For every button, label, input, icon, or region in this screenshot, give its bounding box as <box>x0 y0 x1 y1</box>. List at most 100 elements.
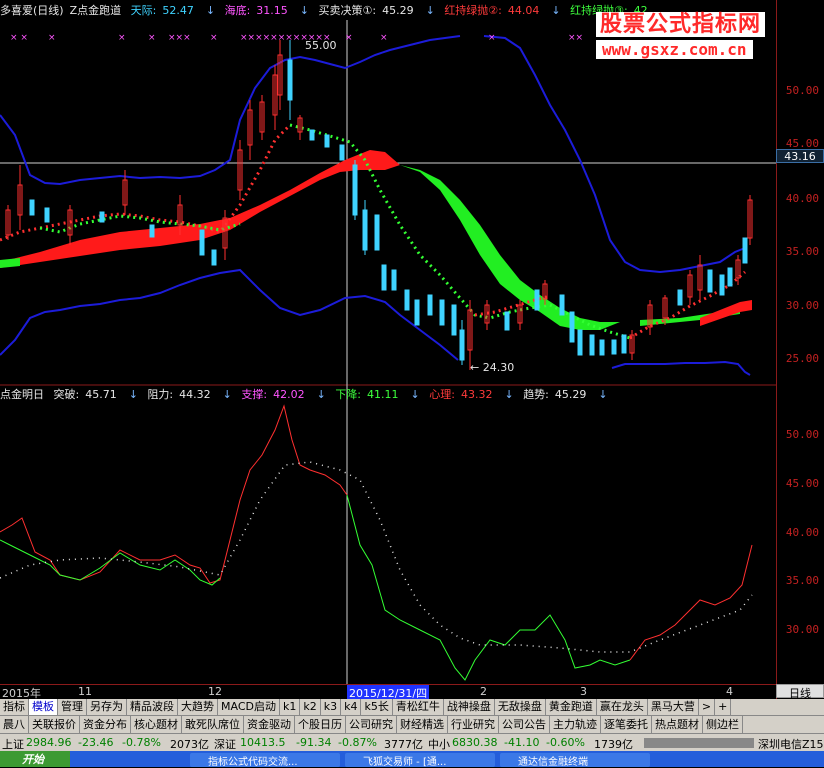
tab-k4[interactable]: k4 <box>341 699 362 715</box>
tab-info[interactable]: 逐笔委托 <box>601 716 652 733</box>
sub-item-support: 支撑: 42.02 <box>241 388 305 401</box>
date-label: 3 <box>580 685 587 698</box>
sz-change: -91.34 <box>296 736 332 749</box>
tab-info[interactable]: 行业研究 <box>448 716 499 733</box>
tab-huangjin[interactable]: 黄金跑道 <box>546 699 597 715</box>
tab-info[interactable]: 资金驱动 <box>244 716 295 733</box>
sub-green-line <box>0 494 631 681</box>
tab-indicator[interactable]: 指标 <box>0 699 29 715</box>
tab-info[interactable]: 资金分布 <box>80 716 131 733</box>
sub-dotted-line <box>0 461 753 653</box>
sub-red-line <box>0 404 348 584</box>
tab-template[interactable]: 模板 <box>29 699 58 715</box>
svg-text:××: ×× <box>568 33 583 43</box>
price-axis: 50.00 45.00 40.00 35.00 30.00 25.00 50.0… <box>776 0 824 700</box>
svg-text:×: × <box>380 33 388 43</box>
tab-add-icon[interactable]: + <box>715 699 732 715</box>
tab-k3[interactable]: k3 <box>321 699 342 715</box>
period-selector[interactable]: 日线 <box>776 684 824 700</box>
sub-red-line-2 <box>629 544 753 661</box>
tab-manage[interactable]: 管理 <box>58 699 87 715</box>
watermark-url: www.gsxz.com.cn <box>596 40 753 59</box>
sub-item-decline: 下降: 41.11 <box>335 388 399 401</box>
tab-heima[interactable]: 黑马大营 <box>648 699 699 715</box>
tab-zhanshen[interactable]: 战神操盘 <box>444 699 495 715</box>
down-arrow-icon: ↓ <box>222 388 232 401</box>
upper-band-line-2 <box>483 35 746 274</box>
tab-info[interactable]: 核心题材 <box>131 716 182 733</box>
lower-band-line-2 <box>611 360 751 376</box>
zx-change: -41.10 <box>504 736 540 749</box>
server-label: 深圳电信Z15 <box>758 738 824 751</box>
green-ribbon <box>400 165 620 330</box>
sz-value: 10413.5 <box>240 736 286 749</box>
svg-text:×: × <box>48 33 56 43</box>
tab-info[interactable]: 公司公告 <box>499 716 550 733</box>
watermark-title: 股票公式指标网 <box>596 12 766 37</box>
sub-chart-header: 点金明日 突破: 45.71 ↓ 阻力: 44.32 ↓ 支撑: 42.02 ↓ 下降: 41… <box>0 386 614 402</box>
watermark-logo: 股票公式指标网 www.gsxz.com.cn <box>596 6 820 64</box>
date-label: 12 <box>208 685 222 698</box>
svg-text:×: × <box>118 33 126 43</box>
date-label: 4 <box>726 685 733 698</box>
tab-k5[interactable]: k5长 <box>361 699 393 715</box>
tab-info[interactable]: 关联报价 <box>29 716 80 733</box>
tab-longtou[interactable]: 赢在龙头 <box>597 699 648 715</box>
taskbar-window[interactable]: 飞狐交易师 - [通... <box>345 753 495 768</box>
green-ribbon-3 <box>0 258 20 268</box>
red-ribbon-2 <box>700 300 752 326</box>
tab-save-as[interactable]: 另存为 <box>87 699 127 715</box>
sh-value: 2984.96 <box>26 736 72 749</box>
tab-info[interactable]: 主力轨迹 <box>550 716 601 733</box>
down-arrow-icon: ↓ <box>410 388 420 401</box>
tab-macd[interactable]: MACD启动 <box>218 699 280 715</box>
market-status-bar: 上证 2984.96 -23.46 -0.78% 2073亿 深证 10413.… <box>0 733 824 752</box>
tab-info[interactable]: 热点题材 <box>652 716 703 733</box>
axis-tick: 45.00 <box>785 477 819 490</box>
svg-text:×: × <box>148 33 156 43</box>
tab-big-trend[interactable]: 大趋势 <box>178 699 218 715</box>
svg-text:× ×: × × <box>10 33 28 43</box>
activity-bars-icon <box>644 738 754 748</box>
tab-k1[interactable]: k1 <box>280 699 301 715</box>
low-annotation: ← 24.30 <box>470 361 514 374</box>
tab-info[interactable]: 公司研究 <box>346 716 397 733</box>
sh-volume: 2073亿 <box>170 738 209 751</box>
tab-info[interactable]: 敢死队席位 <box>182 716 244 733</box>
svg-text:×: × <box>488 33 496 43</box>
tab-jingpin[interactable]: 精品波段 <box>127 699 178 715</box>
axis-tick: 35.00 <box>785 245 819 258</box>
sh-label: 上证 <box>2 738 24 751</box>
indicator-tab-bar: 指标 模板 管理 另存为 精品波段 大趋势 MACD启动 k1 k2 k3 k4 k5长 青松红牛 战神操… <box>0 699 824 715</box>
sub-item-psych: 心理: 43.32 <box>429 388 493 401</box>
axis-tick: 40.00 <box>785 526 819 539</box>
axis-tick: 35.00 <box>785 574 819 587</box>
date-label: 11 <box>78 685 92 698</box>
taskbar-window[interactable]: 通达信金融终端 <box>500 753 650 768</box>
svg-text:×: × <box>345 33 353 43</box>
os-taskbar: 开始 指标公式代码交流... 飞狐交易师 - [通... 通达信金融终端 <box>0 751 824 768</box>
crosshair-price-label: 43.16 <box>776 149 824 163</box>
axis-tick: 50.00 <box>785 428 819 441</box>
lower-band-line <box>0 268 459 361</box>
tab-info[interactable]: 个股日历 <box>295 716 346 733</box>
start-button[interactable]: 开始 <box>0 751 70 767</box>
tab-qingsong[interactable]: 青松红牛 <box>393 699 444 715</box>
tab-info[interactable]: 晨八 <box>0 716 29 733</box>
high-annotation: 55.00 <box>305 39 337 52</box>
sz-percent: -0.87% <box>338 736 377 749</box>
down-arrow-icon: ↓ <box>598 388 608 401</box>
zx-value: 6830.38 <box>452 736 498 749</box>
tab-info[interactable]: 财经精选 <box>397 716 448 733</box>
sh-percent: -0.78% <box>122 736 161 749</box>
sub-item-resistance: 阻力: 44.32 <box>147 388 211 401</box>
tab-wudi[interactable]: 无敌操盘 <box>495 699 546 715</box>
price-chart[interactable]: × × × × × ××× × ×××××××××××× × × × ×× 55.00 ← 2… <box>0 0 776 684</box>
tab-scroll-right-icon[interactable]: > <box>699 699 716 715</box>
tab-k2[interactable]: k2 <box>300 699 321 715</box>
zx-label: 中小 <box>428 738 450 751</box>
tab-sidebar[interactable]: 侧边栏 <box>703 716 743 733</box>
axis-tick: 30.00 <box>785 623 819 636</box>
date-label: 2 <box>480 685 487 698</box>
taskbar-window[interactable]: 指标公式代码交流... <box>190 753 340 768</box>
